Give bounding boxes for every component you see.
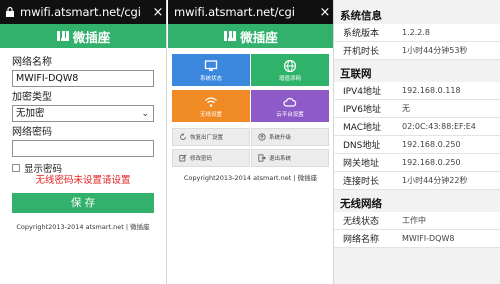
info-value: 192.168.0.250 — [402, 140, 461, 149]
factory-reset-button[interactable]: 恢复出厂设置 — [172, 128, 250, 146]
gray-tile-label: 系统升级 — [269, 135, 292, 141]
tile-label: 无线设置 — [199, 111, 222, 118]
internet-info-list: IPV4地址 192.168.0.118 IPV6地址 无 MAC地址 02:0… — [334, 82, 500, 190]
close-tab-button[interactable]: × — [317, 5, 333, 20]
tile-system-status[interactable]: 系统状态 — [172, 54, 250, 86]
monitor-icon — [204, 59, 218, 71]
info-row: IPV4地址 192.168.0.118 — [334, 82, 500, 100]
info-value: 1小时44分钟22秒 — [402, 176, 468, 185]
edit-icon — [179, 154, 187, 162]
gray-tile-label: 恢复出厂设置 — [190, 135, 224, 141]
internet-title: 互联网 — [340, 68, 372, 80]
wifi-icon — [205, 96, 217, 107]
reset-icon — [180, 133, 186, 140]
show-password-row[interactable]: 显示密码 — [12, 161, 154, 175]
info-key: 系统版本 — [343, 29, 380, 39]
info-key: 网关地址 — [343, 159, 380, 169]
info-row: 无线状态 工作中 — [334, 212, 500, 230]
info-value: 192.168.0.250 — [402, 158, 461, 167]
url-text[interactable]: mwifi.atsmart.net/cgi — [16, 5, 150, 19]
show-password-label: 显示密码 — [24, 163, 63, 175]
ssid-input[interactable]: MWIFI-DQW8 — [12, 70, 154, 87]
browser-url-bar[interactable]: mwifi.atsmart.net/cgi × — [168, 0, 333, 24]
copyright-text: Copyright2013-2014 atsmart.net | 微插座 — [16, 223, 150, 231]
lock-icon — [6, 6, 14, 17]
cloud-icon — [283, 97, 297, 107]
info-value: 工作中 — [402, 216, 426, 225]
gray-tile-label: 退出系统 — [269, 156, 292, 162]
info-key: DNS地址 — [343, 141, 381, 151]
dashboard-panel: mwifi.atsmart.net/cgi × 微插座 系统状态 增值添网 无线… — [168, 0, 333, 284]
info-row: 系统版本 1.2.2.8 — [334, 24, 500, 42]
logout-button[interactable]: 退出系统 — [251, 149, 329, 167]
tile-wireless-settings[interactable]: 无线设置 — [172, 90, 250, 122]
info-value: 1小时44分钟53秒 — [402, 46, 468, 55]
brand-logo-icon — [224, 31, 237, 41]
close-tab-button[interactable]: × — [150, 5, 166, 20]
system-info-list: 系统版本 1.2.2.8 开机时长 1小时44分钟53秒 — [334, 24, 500, 60]
ssid-label: 网络名称 — [12, 57, 52, 68]
system-info-title: 系统信息 — [340, 10, 382, 22]
encryption-label: 加密类型 — [12, 92, 52, 103]
encryption-value: 无加密 — [16, 108, 45, 119]
brand-logo-icon — [56, 31, 69, 41]
info-row: 网络名称 MWIFI-DQW8 — [334, 230, 500, 248]
info-key: 开机时长 — [343, 47, 380, 57]
chevron-down-icon: ⌄ — [141, 109, 149, 119]
brand-name: 微插座 — [240, 29, 278, 45]
info-key: 网络名称 — [343, 235, 380, 245]
tile-cloud-settings[interactable]: 云平台设置 — [251, 90, 329, 122]
system-upgrade-button[interactable]: 系统升级 — [251, 128, 329, 146]
encryption-select[interactable]: 无加密 ⌄ — [12, 105, 154, 122]
info-row: DNS地址 192.168.0.250 — [334, 136, 500, 154]
info-value: 192.168.0.118 — [402, 86, 461, 95]
globe-icon — [283, 59, 297, 72]
wireless-info-list: 无线状态 工作中 网络名称 MWIFI-DQW8 — [334, 212, 500, 248]
info-key: MAC地址 — [343, 123, 382, 133]
config-form: 网络名称 MWIFI-DQW8 加密类型 无加密 ⌄ 网络密码 显示密码 无线密… — [0, 48, 166, 231]
info-key: 连接时长 — [343, 177, 380, 187]
panel-divider — [166, 0, 167, 284]
info-value: 无 — [402, 104, 410, 113]
info-row: MAC地址 02:0C:43:88:EF:E4 — [334, 118, 500, 136]
password-warning: 无线密码未设置请设置 — [35, 175, 131, 186]
info-value: 1.2.2.8 — [402, 28, 430, 37]
gray-tile-label: 修改密码 — [190, 156, 213, 162]
upgrade-icon — [258, 133, 266, 141]
change-password-button[interactable]: 修改密码 — [172, 149, 250, 167]
show-password-checkbox[interactable] — [12, 163, 20, 172]
info-key: 无线状态 — [343, 217, 380, 227]
save-button[interactable]: 保 存 — [12, 193, 154, 213]
info-key: IPV4地址 — [343, 87, 381, 97]
info-value: 02:0C:43:88:EF:E4 — [402, 122, 476, 131]
password-input[interactable] — [12, 140, 154, 157]
info-value: MWIFI-DQW8 — [402, 234, 455, 243]
tile-value-added[interactable]: 增值添网 — [251, 54, 329, 86]
status-panel: 系统信息 系统版本 1.2.2.8 开机时长 1小时44分钟53秒 互联网 IP… — [334, 0, 500, 284]
info-key: IPV6地址 — [343, 105, 381, 115]
tile-label: 系统状态 — [199, 75, 222, 82]
copyright-text: Copyright2013-2014 atsmart.net | 微插座 — [183, 174, 318, 182]
wifi-config-panel: mwifi.atsmart.net/cgi × 微插座 网络名称 MWIFI-D… — [0, 0, 166, 284]
url-text[interactable]: mwifi.atsmart.net/cgi — [168, 5, 317, 19]
password-label: 网络密码 — [12, 127, 52, 138]
brand-name: 微插座 — [72, 29, 111, 45]
brand-header: 微插座 — [0, 24, 166, 48]
browser-url-bar[interactable]: mwifi.atsmart.net/cgi × — [0, 0, 166, 24]
info-row: IPV6地址 无 — [334, 100, 500, 118]
logout-icon — [258, 154, 266, 162]
info-row: 开机时长 1小时44分钟53秒 — [334, 42, 500, 60]
tile-grid: 系统状态 增值添网 无线设置 云平台设置 恢复出厂设置 系统升级 修改密码 退出… — [168, 48, 333, 182]
info-row: 网关地址 192.168.0.250 — [334, 154, 500, 172]
info-row: 连接时长 1小时44分钟22秒 — [334, 172, 500, 190]
tile-label: 增值添网 — [278, 75, 301, 82]
wireless-title: 无线网络 — [340, 198, 382, 210]
tile-label: 云平台设置 — [276, 111, 304, 118]
brand-header: 微插座 — [168, 24, 333, 48]
